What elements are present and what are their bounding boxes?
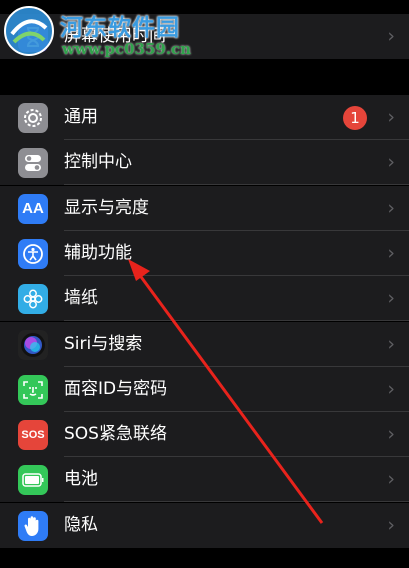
settings-row-display[interactable]: AA 显示与亮度 › xyxy=(0,185,409,231)
chevron-right-icon: › xyxy=(387,513,395,536)
chevron-right-icon: › xyxy=(387,196,395,219)
chevron-right-icon: › xyxy=(387,468,395,491)
chevron-right-icon: › xyxy=(387,377,395,400)
settings-row-faceid[interactable]: 面容ID与密码 › xyxy=(0,366,409,412)
chevron-right-icon: › xyxy=(387,151,395,174)
settings-row-control-center[interactable]: 控制中心 › xyxy=(0,140,409,186)
chevron-right-icon: › xyxy=(387,25,395,47)
settings-row-accessibility[interactable]: 辅助功能 › xyxy=(0,230,409,276)
settings-row-label: 电池 xyxy=(64,469,98,490)
hand-icon xyxy=(18,510,48,541)
settings-row-wallpaper[interactable]: 墙纸 › xyxy=(0,276,409,322)
chevron-right-icon: › xyxy=(387,106,395,128)
settings-row-label: 面容ID与密码 xyxy=(64,378,168,399)
chevron-right-icon: › xyxy=(387,287,395,310)
settings-row-sos[interactable]: SOS SOS紧急联络 › xyxy=(0,412,409,458)
toggles-icon xyxy=(18,148,48,179)
settings-row-label: 隐私 xyxy=(64,514,98,535)
settings-row-screen-time[interactable]: 屏幕使用时间 › xyxy=(0,14,409,59)
chevron-right-icon: › xyxy=(387,423,395,446)
text-size-icon: AA xyxy=(18,193,48,224)
settings-row-label: 通用 xyxy=(64,107,98,127)
flower-icon xyxy=(18,284,48,315)
settings-row-label: 墙纸 xyxy=(64,288,98,309)
gear-icon xyxy=(18,103,48,133)
settings-row-label: 控制中心 xyxy=(64,152,132,173)
settings-row-general[interactable]: 通用 1 › xyxy=(0,95,409,140)
battery-icon xyxy=(18,465,48,496)
settings-row-label: 屏幕使用时间 xyxy=(64,26,166,46)
sos-icon: SOS xyxy=(18,420,48,451)
accessibility-icon xyxy=(18,238,48,269)
settings-row-battery[interactable]: 电池 › xyxy=(0,457,409,503)
settings-row-label: 显示与亮度 xyxy=(64,197,149,218)
chevron-right-icon: › xyxy=(387,241,395,264)
hourglass-icon xyxy=(18,22,48,52)
siri-icon xyxy=(18,329,48,360)
settings-row-label: SOS紧急联络 xyxy=(64,424,167,445)
notification-badge: 1 xyxy=(343,106,367,130)
settings-row-privacy[interactable]: 隐私 › xyxy=(0,502,409,548)
sos-icon-text: SOS xyxy=(21,429,45,442)
settings-row-label: Siri与搜索 xyxy=(64,333,143,354)
settings-row-siri[interactable]: Siri与搜索 › xyxy=(0,321,409,367)
chevron-right-icon: › xyxy=(387,332,395,355)
settings-row-label: 辅助功能 xyxy=(64,242,132,263)
face-id-icon xyxy=(18,374,48,405)
